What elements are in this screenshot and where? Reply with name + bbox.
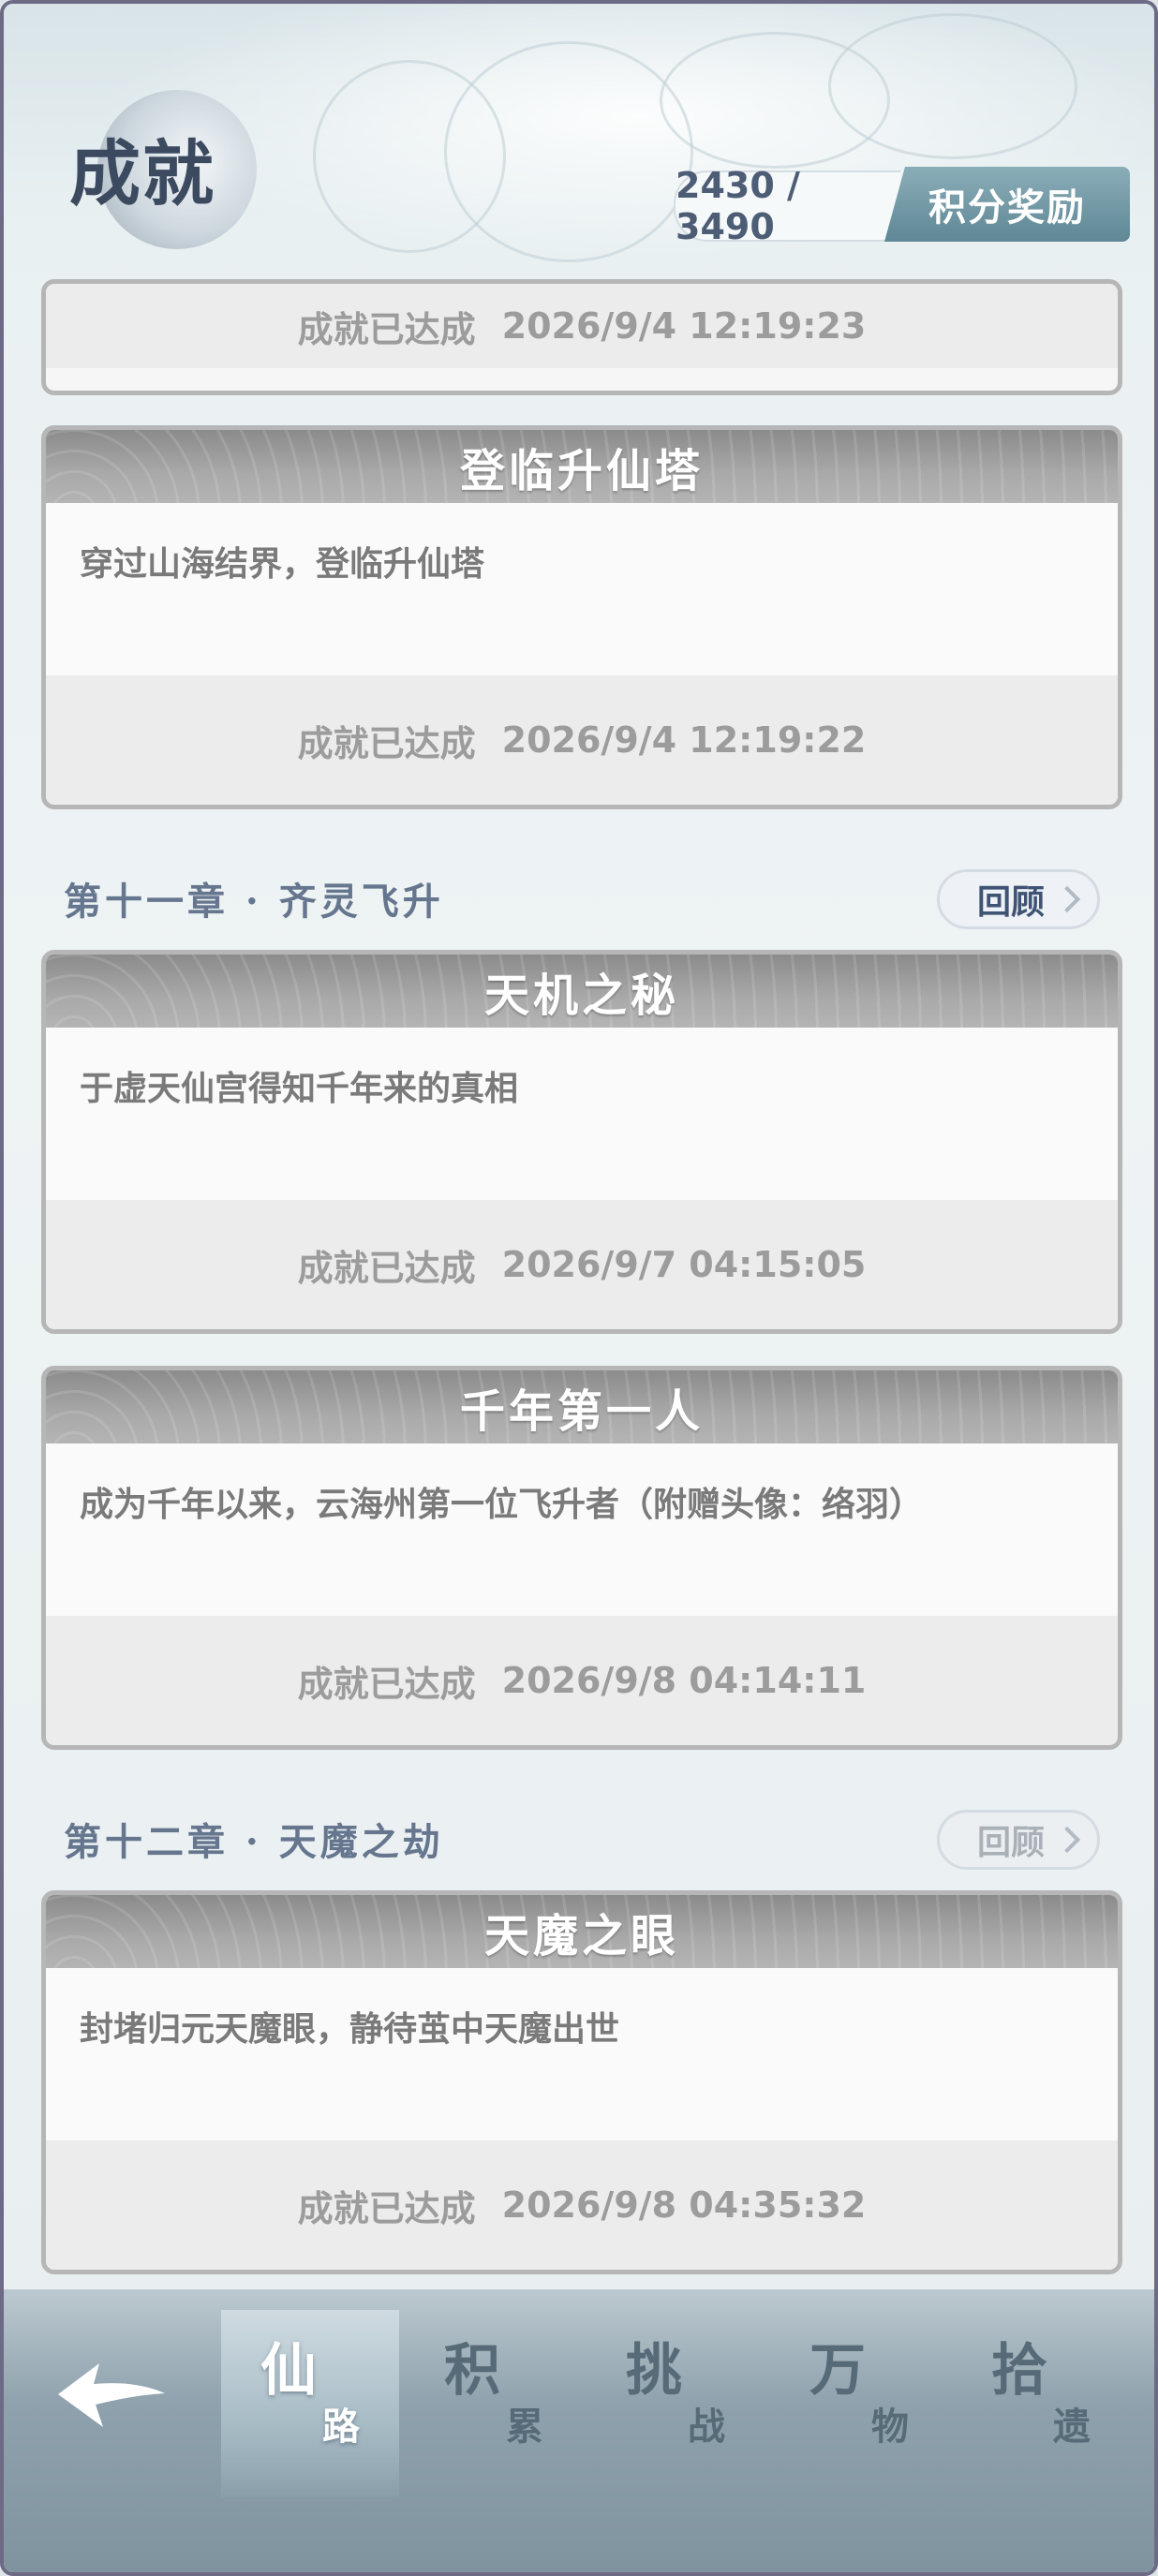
achievement-description: 于虚天仙宫得知千年来的真相: [46, 1028, 1118, 1200]
cloud-decoration: [444, 41, 693, 262]
tab-label-main: 仙: [260, 2338, 317, 2404]
achievement-status: 成就已达成: [297, 1247, 476, 1289]
tab-label-sub: 战: [688, 2405, 725, 2449]
achievement-time: 2026/9/7 04:15:05: [501, 1244, 867, 1285]
achievement-card: 登临升仙塔 穿过山海结界，登临升仙塔 成就已达成 2026/9/4 12:19:…: [41, 425, 1122, 809]
achievement-time: 2026/9/4 12:19:23: [501, 305, 867, 347]
tab-label-sub: 物: [871, 2405, 909, 2449]
tab-label-sub: 遗: [1053, 2405, 1091, 2449]
achievement-name: 登临升仙塔: [46, 430, 1118, 503]
achievement-description: 穿过山海结界，登临升仙塔: [46, 503, 1118, 675]
tab-label-main: 积: [444, 2338, 500, 2404]
achievement-name: 千年第一人: [46, 1370, 1118, 1443]
score-display: 2430 / 3490: [674, 165, 900, 247]
chapter-title: 第十一章 · 齐灵飞升: [64, 880, 444, 924]
tab-tiaozhan[interactable]: 挑 战: [586, 2310, 765, 2497]
tab-label-main: 拾: [991, 2338, 1047, 2404]
review-button-label: 回顾: [977, 883, 1046, 922]
tab-wanwu[interactable]: 万 物: [770, 2310, 948, 2497]
points-reward-button[interactable]: 积分奖励: [884, 167, 1130, 242]
achievement-status: 成就已达成: [297, 2187, 476, 2229]
tab-jilei[interactable]: 积 累: [405, 2310, 583, 2497]
cloud-decoration: [828, 13, 1077, 159]
tab-label-main: 万: [809, 2338, 866, 2404]
chevron-right-icon: [1053, 1826, 1081, 1854]
achievement-name: 天魔之眼: [46, 1895, 1118, 1968]
review-button[interactable]: 回顾: [937, 869, 1100, 929]
chapter-title: 第十二章 · 天魔之劫: [64, 1820, 444, 1864]
achievement-card: 天机之秘 于虚天仙宫得知千年来的真相 成就已达成 2026/9/7 04:15:…: [41, 950, 1122, 1334]
review-button-label: 回顾: [977, 1824, 1046, 1862]
achievement-status: 成就已达成: [297, 1663, 476, 1705]
header-banner: 成就 2430 / 3490 积分奖励: [4, 4, 1154, 285]
tab-xianlu[interactable]: 仙 路: [221, 2310, 399, 2497]
tab-label-main: 挑: [626, 2338, 682, 2404]
back-button[interactable]: [4, 2310, 219, 2479]
achievement-footer: 成就已达成 2026/9/8 04:14:11: [46, 1616, 1118, 1745]
achievement-time: 2026/9/4 12:19:22: [501, 719, 867, 761]
achievement-name: 天机之秘: [46, 955, 1118, 1028]
achievement-footer: 成就已达成 2026/9/4 12:19:23: [46, 284, 1118, 368]
achievement-status: 成就已达成: [297, 722, 476, 764]
achievement-description: 封堵归元天魔眼，静待茧中天魔出世: [46, 1968, 1118, 2140]
achievement-footer: 成就已达成 2026/9/4 12:19:22: [46, 675, 1118, 805]
chevron-right-icon: [1053, 885, 1081, 913]
achievement-time: 2026/9/8 04:14:11: [501, 1660, 867, 1701]
back-arrow-icon: [58, 2363, 165, 2427]
tab-shiyi[interactable]: 拾 遗: [952, 2310, 1130, 2497]
achievement-screen: 成就 2430 / 3490 积分奖励 成就已达成 2026/9/4 12:19…: [0, 0, 1158, 2576]
tab-label-sub: 累: [506, 2405, 543, 2449]
page-title: 成就: [69, 132, 215, 215]
tab-label-sub: 路: [322, 2405, 360, 2449]
bottom-navigation: 仙 路 积 累 挑 战 万 物 拾 遗: [4, 2289, 1154, 2572]
achievement-card: 天魔之眼 封堵归元天魔眼，静待茧中天魔出世 成就已达成 2026/9/8 04:…: [41, 1890, 1122, 2274]
review-button[interactable]: 回顾: [937, 1810, 1100, 1870]
achievement-card: 成就已达成 2026/9/4 12:19:23: [41, 279, 1122, 395]
achievement-footer: 成就已达成 2026/9/7 04:15:05: [46, 1200, 1118, 1329]
achievement-card: 千年第一人 成为千年以来，云海州第一位飞升者（附赠头像：络羽） 成就已达成 20…: [41, 1366, 1122, 1750]
achievement-time: 2026/9/8 04:35:32: [501, 2184, 867, 2226]
page-title-emblem: 成就: [69, 90, 257, 249]
achievement-description: 成为千年以来，云海州第一位飞升者（附赠头像：络羽）: [46, 1443, 1118, 1616]
achievement-status: 成就已达成: [297, 308, 476, 350]
achievement-footer: 成就已达成 2026/9/8 04:35:32: [46, 2140, 1118, 2270]
